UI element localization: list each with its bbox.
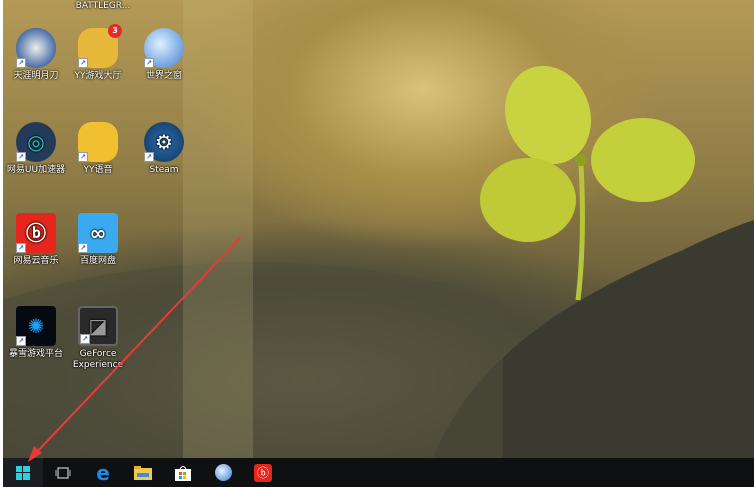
desktop-icon-battlenet[interactable]: ✺ ↗ 暴雪游戏平台 bbox=[3, 306, 69, 360]
desktop-icon-label: 百度网盘 bbox=[79, 256, 116, 266]
desktop-icon-label: GeForce Experience bbox=[72, 349, 124, 370]
task-view-button[interactable] bbox=[43, 458, 83, 487]
baidu-netdisk-icon: ∞ ↗ bbox=[78, 213, 118, 253]
taskbar-edge[interactable]: e bbox=[83, 458, 123, 487]
uu-accelerator-icon: ◎ ↗ bbox=[16, 122, 56, 162]
desktop-icon-uu[interactable]: ◎ ↗ 网易UU加速器 bbox=[3, 122, 69, 176]
start-button[interactable] bbox=[3, 458, 43, 487]
desktop-icon-label: 世界之窗 bbox=[145, 71, 182, 81]
folder-icon bbox=[134, 465, 152, 480]
desktop-icon-geforce[interactable]: ◪ ↗ GeForce Experience bbox=[65, 306, 131, 371]
notification-badge: 3 bbox=[108, 24, 122, 38]
battlenet-icon: ✺ ↗ bbox=[16, 306, 56, 346]
theworld-browser-icon: ↗ bbox=[144, 28, 184, 68]
desktop-icon-label-cut: BATTLEGR... bbox=[75, 1, 131, 11]
yy-voice-icon: ↗ bbox=[78, 122, 118, 162]
netease-music-icon: ⓑ ↗ bbox=[16, 213, 56, 253]
windows-icon bbox=[16, 465, 30, 480]
desktop-icon-yy-voice[interactable]: ↗ YY语音 bbox=[65, 122, 131, 176]
desktop-icon-label: YY游戏大厅 bbox=[74, 71, 122, 81]
netease-music-icon: ⓑ bbox=[254, 463, 272, 482]
desktop-icon-label: Steam bbox=[149, 165, 179, 175]
taskbar: e ⓑ bbox=[3, 458, 754, 487]
steam-icon: ⚙ ↗ bbox=[144, 122, 184, 162]
tianya-icon: ↗ bbox=[16, 28, 56, 68]
desktop-icon-baidu-netdisk[interactable]: ∞ ↗ 百度网盘 bbox=[65, 213, 131, 267]
desktop-icon-steam[interactable]: ⚙ ↗ Steam bbox=[131, 122, 197, 176]
desktop-icon-theworld[interactable]: ↗ 世界之窗 bbox=[131, 28, 197, 82]
desktop-icon-label: 网易UU加速器 bbox=[6, 165, 66, 175]
taskbar-store[interactable] bbox=[163, 458, 203, 487]
desktop-icon-label: 暴雪游戏平台 bbox=[8, 349, 63, 359]
store-icon bbox=[175, 465, 191, 481]
taskbar-netease-music[interactable]: ⓑ bbox=[243, 458, 283, 487]
edge-icon: e bbox=[96, 460, 110, 485]
taskbar-theworld[interactable] bbox=[203, 458, 243, 487]
desktop-icon-tianya[interactable]: ↗ 天涯明月刀 bbox=[3, 28, 69, 82]
geforce-icon: ◪ ↗ bbox=[78, 306, 118, 346]
desktop-icon-yy-game[interactable]: ↗ 3 YY游戏大厅 bbox=[65, 24, 131, 82]
desktop-icon-label: 天涯明月刀 bbox=[13, 71, 59, 81]
desktop-icon-label: YY语音 bbox=[83, 165, 113, 175]
desktop-icon-netease-music[interactable]: ⓑ ↗ 网易云音乐 bbox=[3, 213, 69, 267]
desktop: BATTLEGR... ↗ 天涯明月刀 ↗ 3 YY游戏大厅 ↗ 世界之窗 ◎ ↗… bbox=[3, 0, 754, 458]
taskbar-file-explorer[interactable] bbox=[123, 458, 163, 487]
yy-game-icon: ↗ 3 bbox=[78, 24, 122, 68]
task-view-icon bbox=[55, 466, 71, 479]
desktop-icon-label: 网易云音乐 bbox=[13, 256, 59, 266]
theworld-browser-icon bbox=[214, 464, 232, 481]
